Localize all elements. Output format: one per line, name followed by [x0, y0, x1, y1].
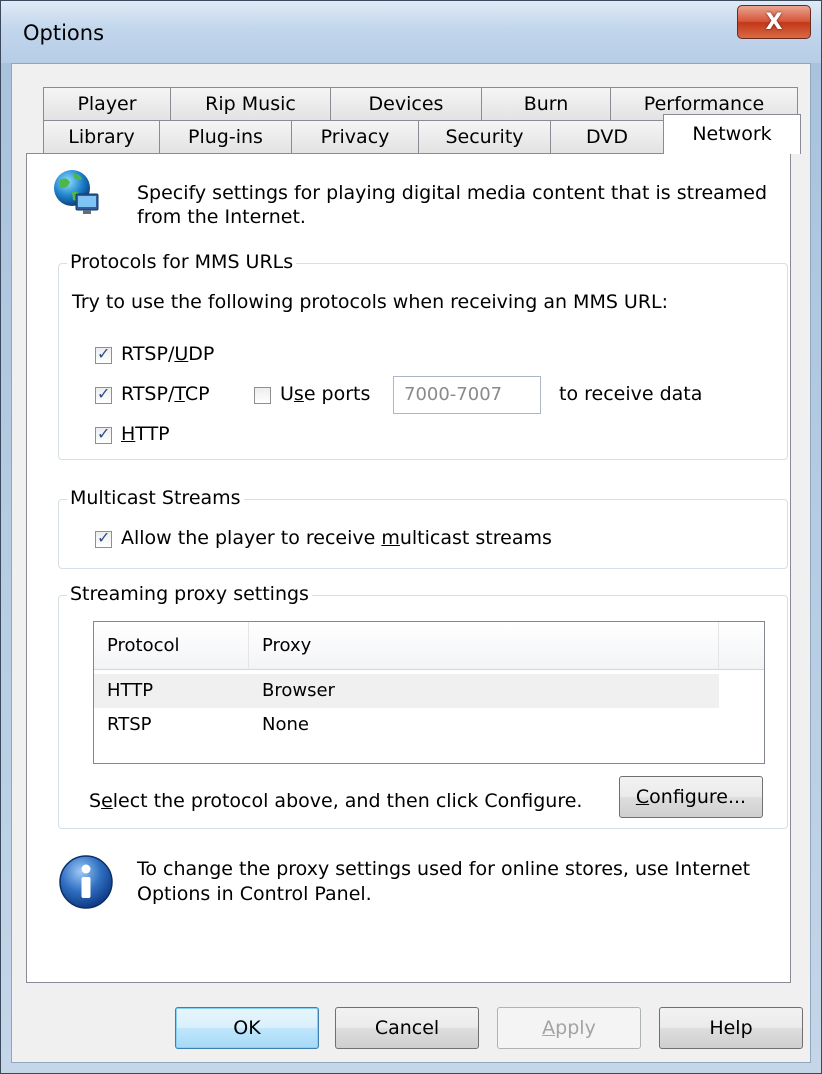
- protocols-instruction: Try to use the following protocols when …: [72, 291, 669, 313]
- network-tab-panel: Specify settings for playing digital med…: [26, 153, 791, 983]
- row-protocol: RTSP: [107, 714, 152, 735]
- ports-input[interactable]: 7000-7007: [393, 376, 541, 414]
- row-protocol: HTTP: [107, 680, 154, 701]
- configure-button[interactable]: Configure...: [619, 776, 763, 818]
- intro-text-line1: Specify settings for playing digital med…: [137, 182, 768, 204]
- close-button[interactable]: X: [737, 5, 811, 39]
- tab-network[interactable]: Network: [663, 114, 801, 154]
- tab-plug-ins[interactable]: Plug-ins: [159, 120, 292, 154]
- row-proxy: None: [262, 714, 309, 735]
- globe-network-icon: [54, 170, 99, 214]
- cancel-button[interactable]: Cancel: [335, 1007, 479, 1049]
- tab-player[interactable]: Player: [43, 87, 171, 121]
- rtsp-udp-checkbox[interactable]: [95, 344, 112, 364]
- tab-devices[interactable]: Devices: [330, 87, 482, 121]
- note-line1: To change the proxy settings used for on…: [137, 858, 751, 880]
- apply-button[interactable]: Apply: [497, 1007, 641, 1049]
- tab-rip-music[interactable]: Rip Music: [170, 87, 331, 121]
- receive-data-label: to receive data: [559, 383, 703, 405]
- multicast-legend: Multicast Streams: [67, 487, 244, 509]
- help-button[interactable]: Help: [659, 1007, 803, 1049]
- tab-security[interactable]: Security: [418, 120, 551, 154]
- column-header-protocol[interactable]: Protocol: [94, 622, 249, 670]
- close-icon: X: [765, 9, 783, 35]
- allow-multicast-label[interactable]: Allow the player to receive multicast st…: [121, 527, 552, 549]
- http-label[interactable]: HTTP: [121, 423, 170, 445]
- rtsp-udp-label[interactable]: RTSP/UDP: [121, 343, 214, 365]
- proxy-hint: Select the protocol above, and then clic…: [89, 790, 583, 812]
- table-row[interactable]: RTSP None: [94, 708, 719, 742]
- protocols-legend: Protocols for MMS URLs: [67, 251, 297, 273]
- proxy-legend: Streaming proxy settings: [67, 583, 312, 605]
- table-row[interactable]: HTTP Browser: [94, 674, 719, 708]
- ok-button[interactable]: OK: [175, 1007, 319, 1049]
- column-header-proxy[interactable]: Proxy: [249, 622, 719, 670]
- http-checkbox[interactable]: [95, 424, 112, 444]
- allow-multicast-checkbox[interactable]: [95, 528, 112, 548]
- tab-library[interactable]: Library: [43, 120, 160, 154]
- tab-privacy[interactable]: Privacy: [291, 120, 419, 154]
- tab-dvd[interactable]: DVD: [550, 120, 664, 154]
- tab-burn[interactable]: Burn: [481, 87, 611, 121]
- use-ports-checkbox[interactable]: [254, 387, 271, 404]
- rtsp-tcp-label[interactable]: RTSP/TCP: [121, 383, 210, 405]
- row-proxy: Browser: [262, 680, 335, 701]
- intro-text-line2: from the Internet.: [137, 206, 306, 228]
- column-header-filler: [719, 622, 764, 670]
- window-title: Options: [23, 21, 105, 45]
- info-icon: [59, 855, 113, 909]
- proxy-table[interactable]: Protocol Proxy HTTP Browser RTSP None: [93, 621, 765, 764]
- title-bar[interactable]: Options X: [1, 1, 821, 63]
- rtsp-tcp-checkbox[interactable]: [95, 384, 112, 404]
- note-line2: Options in Control Panel.: [137, 883, 372, 905]
- options-window: Options X Player Rip Music Devices Burn …: [0, 0, 822, 1074]
- use-ports-label[interactable]: Use ports: [280, 383, 370, 405]
